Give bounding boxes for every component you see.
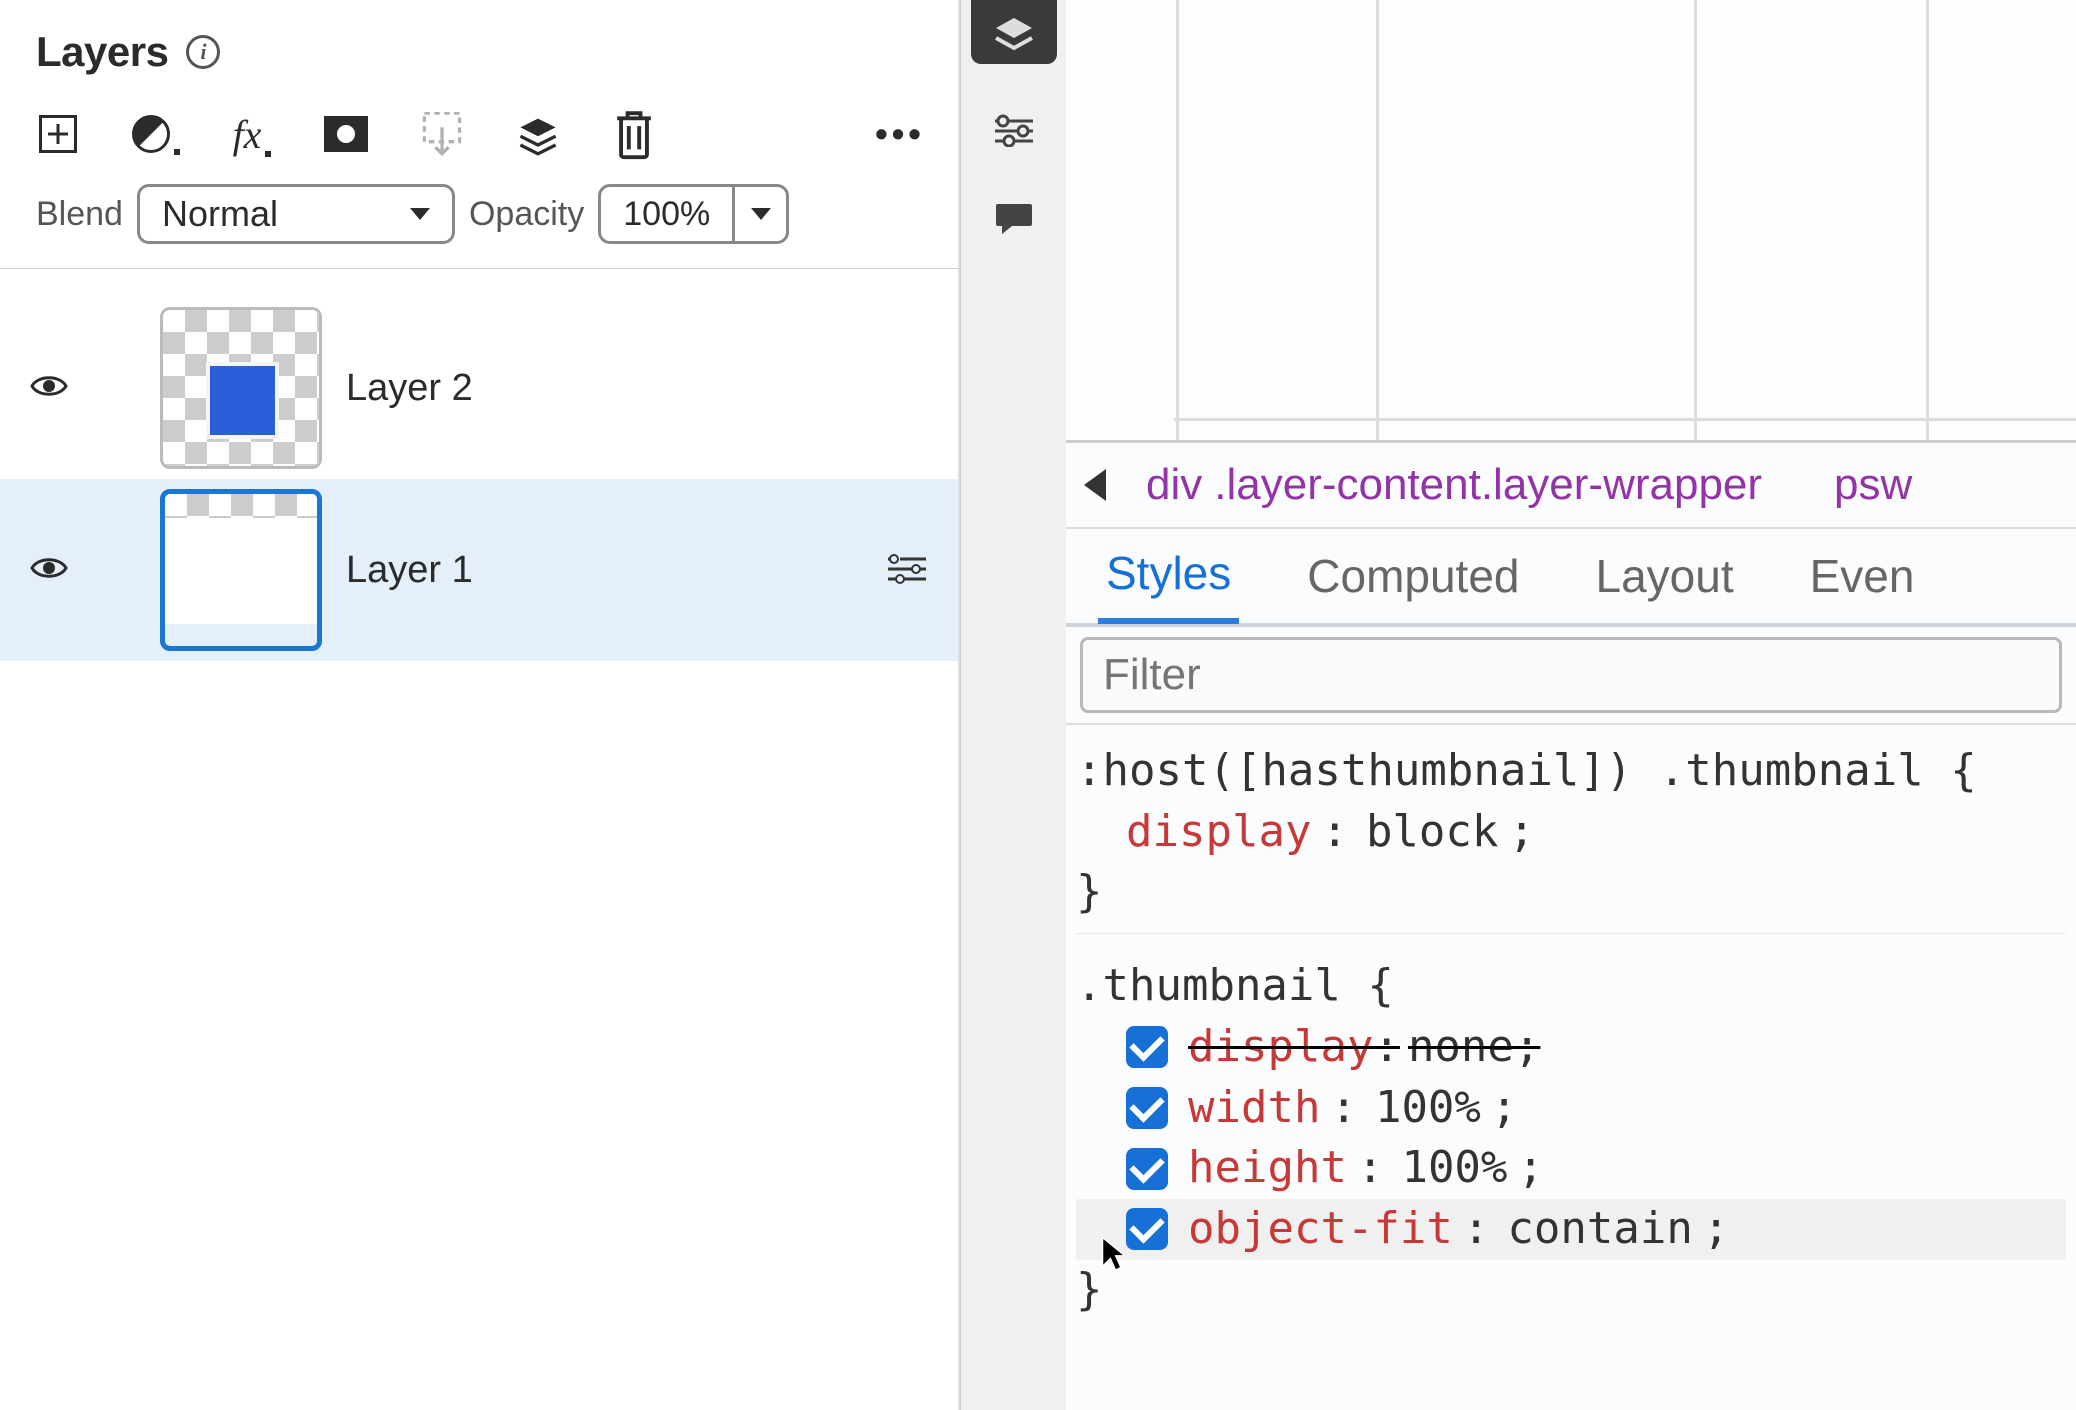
visibility-toggle[interactable]	[30, 373, 68, 404]
layer-options-button[interactable]	[886, 551, 928, 590]
panel-header: Layers i	[0, 10, 958, 82]
property-toggle-checkbox[interactable]	[1126, 1208, 1168, 1250]
add-layer-button[interactable]	[36, 112, 80, 156]
breadcrumb-classes[interactable]: .layer-content.layer-wrapper	[1214, 460, 1762, 510]
property-toggle-checkbox[interactable]	[1126, 1087, 1168, 1129]
css-declaration[interactable]: height:100%;	[1076, 1138, 2066, 1199]
layers-list: Layer 2 Layer 1	[0, 269, 958, 661]
rail-panel-toggle[interactable]	[971, 0, 1057, 64]
css-rule[interactable]: .thumbnail { display:none; width:100%; h…	[1076, 956, 2066, 1330]
opacity-label: Opacity	[469, 195, 584, 234]
chevron-down-icon	[410, 208, 430, 220]
property-toggle-checkbox[interactable]	[1126, 1026, 1168, 1068]
group-layers-button[interactable]	[516, 112, 560, 156]
blend-mode-select[interactable]: Normal	[137, 184, 455, 244]
blend-label: Blend	[36, 195, 123, 234]
css-rule[interactable]: :host([hasthumbnail]) .thumbnail { displ…	[1076, 741, 2066, 934]
add-mask-button[interactable]	[132, 112, 176, 156]
layer-thumbnail[interactable]	[160, 307, 322, 469]
blend-value: Normal	[162, 193, 278, 235]
layer-row[interactable]: Layer 1	[0, 479, 958, 661]
canvas-area[interactable]	[1066, 0, 2076, 440]
chevron-down-icon	[751, 208, 771, 220]
css-selector[interactable]: :host([hasthumbnail]) .thumbnail	[1076, 745, 1924, 796]
frame-button[interactable]	[420, 112, 464, 156]
comments-icon[interactable]	[992, 196, 1036, 240]
delete-layer-button[interactable]	[612, 112, 656, 156]
panel-title: Layers	[36, 28, 168, 76]
right-panel: div.layer-content.layer-wrapper psw Styl…	[1066, 0, 2076, 1410]
css-declaration[interactable]: display:none;	[1076, 1017, 2066, 1078]
properties-icon[interactable]	[992, 108, 1036, 152]
layer-name[interactable]: Layer 1	[346, 549, 473, 592]
tab-styles[interactable]: Styles	[1098, 528, 1239, 624]
tab-computed[interactable]: Computed	[1299, 531, 1527, 621]
blend-opacity-row: Blend Normal Opacity 100%	[0, 174, 958, 269]
tool-rail	[960, 0, 1066, 1410]
more-options-button[interactable]: •••	[878, 112, 922, 156]
layer-row[interactable]: Layer 2	[0, 297, 958, 479]
breadcrumb-next[interactable]: psw	[1834, 460, 1912, 510]
devtools-panel: div.layer-content.layer-wrapper psw Styl…	[1066, 440, 2076, 1410]
opacity-input[interactable]: 100%	[598, 184, 789, 244]
adjustment-layer-button[interactable]	[324, 112, 368, 156]
opacity-stepper[interactable]	[732, 187, 786, 241]
css-declaration[interactable]: display:block;	[1076, 802, 2066, 863]
breadcrumb-tag[interactable]: div	[1146, 460, 1202, 510]
filter-input[interactable]	[1080, 637, 2062, 713]
css-declaration[interactable]: object-fit:contain;	[1076, 1199, 2066, 1260]
css-declaration[interactable]: width:100%;	[1076, 1078, 2066, 1139]
visibility-toggle[interactable]	[30, 555, 68, 586]
property-toggle-checkbox[interactable]	[1126, 1148, 1168, 1190]
css-selector[interactable]: .thumbnail	[1076, 960, 1341, 1011]
tab-layout[interactable]: Layout	[1588, 531, 1742, 621]
opacity-value: 100%	[601, 187, 732, 241]
layer-thumbnail[interactable]	[160, 489, 322, 651]
layers-panel: Layers i fx ••• Blend Normal Opacity	[0, 0, 960, 1410]
tab-events[interactable]: Even	[1802, 531, 1923, 621]
breadcrumb-back-icon[interactable]	[1084, 469, 1106, 501]
filter-row	[1066, 627, 2076, 725]
layer-name[interactable]: Layer 2	[346, 367, 473, 410]
info-icon[interactable]: i	[186, 35, 220, 69]
css-rules: :host([hasthumbnail]) .thumbnail { displ…	[1066, 725, 2076, 1368]
devtools-tabs: Styles Computed Layout Even	[1066, 529, 2076, 627]
layers-toolbar: fx •••	[0, 82, 958, 174]
layer-effects-button[interactable]: fx	[228, 112, 272, 156]
element-breadcrumb[interactable]: div.layer-content.layer-wrapper psw	[1066, 443, 2076, 529]
